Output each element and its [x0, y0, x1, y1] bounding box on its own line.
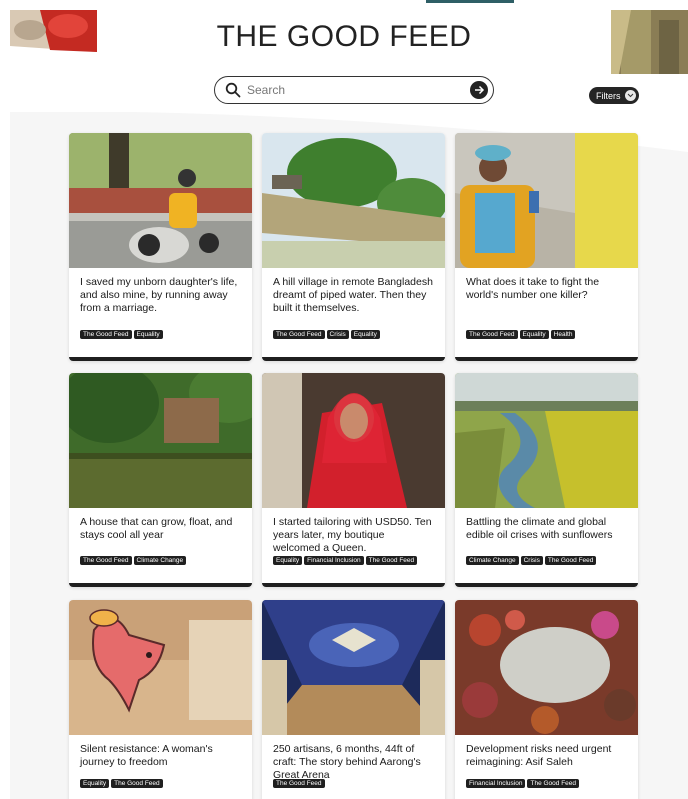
tag[interactable]: The Good Feed [527, 779, 580, 788]
top-accent-line [426, 0, 514, 3]
tag-list: Equality Financial Inclusion The Good Fe… [262, 556, 445, 576]
tag[interactable]: The Good Feed [80, 556, 132, 565]
tag[interactable]: Financial Inclusion [466, 779, 526, 788]
article-card[interactable]: Silent resistance: A woman's journey to … [69, 600, 252, 799]
tag[interactable]: Climate Change [133, 556, 187, 565]
tag[interactable]: Crisis [520, 556, 543, 565]
article-title[interactable]: A house that can grow, float, and stays … [69, 508, 252, 556]
tag-list: The Good Feed Crisis Equality [262, 330, 445, 350]
card-bottom-bar [69, 357, 252, 361]
article-title[interactable]: Battling the climate and global edible o… [455, 508, 638, 556]
health-worker-photo [455, 133, 638, 268]
tag[interactable]: Equality [80, 779, 110, 788]
article-card[interactable]: Development risks need urgent reimaginin… [455, 600, 638, 799]
search-bar[interactable] [214, 76, 494, 104]
tailor-woman-photo [262, 373, 445, 508]
tag[interactable]: The Good Feed [111, 779, 163, 788]
filters-button[interactable]: Filters [589, 87, 639, 104]
sunflower-fields-photo [455, 373, 638, 508]
arena-ceiling-photo [262, 600, 445, 735]
tag[interactable]: The Good Feed [544, 556, 597, 565]
fish-illustration [69, 600, 252, 735]
card-bottom-bar [69, 583, 252, 587]
riverbank-village-photo [262, 133, 445, 268]
article-title[interactable]: 250 artisans, 6 months, 44ft of craft: T… [262, 735, 445, 781]
article-card[interactable]: I saved my unborn daughter's life, and a… [69, 133, 252, 361]
tag[interactable]: The Good Feed [80, 330, 132, 339]
floating-house-photo [69, 373, 252, 508]
arrow-right-icon [475, 85, 485, 95]
site-title: THE GOOD FEED [216, 20, 472, 53]
search-submit-button[interactable] [470, 81, 488, 99]
card-bottom-bar [262, 357, 445, 361]
article-card[interactable]: Battling the climate and global edible o… [455, 373, 638, 587]
search-input[interactable] [247, 83, 457, 97]
article-title[interactable]: What does it take to fight the world's n… [455, 268, 638, 330]
tag[interactable]: Equality [133, 330, 163, 339]
chevron-down-icon [625, 90, 636, 101]
tag[interactable]: The Good Feed [273, 779, 325, 788]
tag-list: Equality The Good Feed [69, 779, 252, 799]
article-title[interactable]: Development risks need urgent reimaginin… [455, 735, 638, 779]
tag[interactable]: Health [550, 330, 576, 339]
article-title[interactable]: I started tailoring with USD50. Ten year… [262, 508, 445, 556]
tag[interactable]: The Good Feed [466, 330, 518, 339]
tag-list: Financial Inclusion The Good Feed [455, 779, 638, 799]
search-icon [225, 82, 241, 98]
article-title[interactable]: Silent resistance: A woman's journey to … [69, 735, 252, 779]
tag[interactable]: Equality [519, 330, 549, 339]
article-title[interactable]: A hill village in remote Bangladesh drea… [262, 268, 445, 330]
tag-list: Climate Change Crisis The Good Feed [455, 556, 638, 576]
tag-list: The Good Feed Equality [69, 330, 252, 350]
article-card[interactable]: I started tailoring with USD50. Ten year… [262, 373, 445, 587]
tag[interactable]: Financial Inclusion [304, 556, 364, 565]
scooter-rider-photo [69, 133, 252, 268]
tag-list: The Good Feed Climate Change [69, 556, 252, 576]
article-card[interactable]: A house that can grow, float, and stays … [69, 373, 252, 587]
article-title[interactable]: I saved my unborn daughter's life, and a… [69, 268, 252, 330]
card-bottom-bar [455, 357, 638, 361]
tag[interactable]: Equality [273, 556, 303, 565]
tag[interactable]: The Good Feed [365, 556, 418, 565]
article-card[interactable]: 250 artisans, 6 months, 44ft of craft: T… [262, 600, 445, 799]
tag[interactable]: The Good Feed [273, 330, 325, 339]
tag-list: The Good Feed [262, 779, 445, 799]
tag[interactable]: Equality [350, 330, 380, 339]
article-card[interactable]: What does it take to fight the world's n… [455, 133, 638, 361]
circle-gathering-photo [455, 600, 638, 735]
article-card[interactable]: A hill village in remote Bangladesh drea… [262, 133, 445, 361]
card-bottom-bar [455, 583, 638, 587]
card-bottom-bar [262, 583, 445, 587]
filters-label: Filters [596, 90, 621, 101]
tag[interactable]: Climate Change [466, 556, 519, 565]
tag[interactable]: Crisis [326, 330, 349, 339]
tag-list: The Good Feed Equality Health [455, 330, 638, 350]
